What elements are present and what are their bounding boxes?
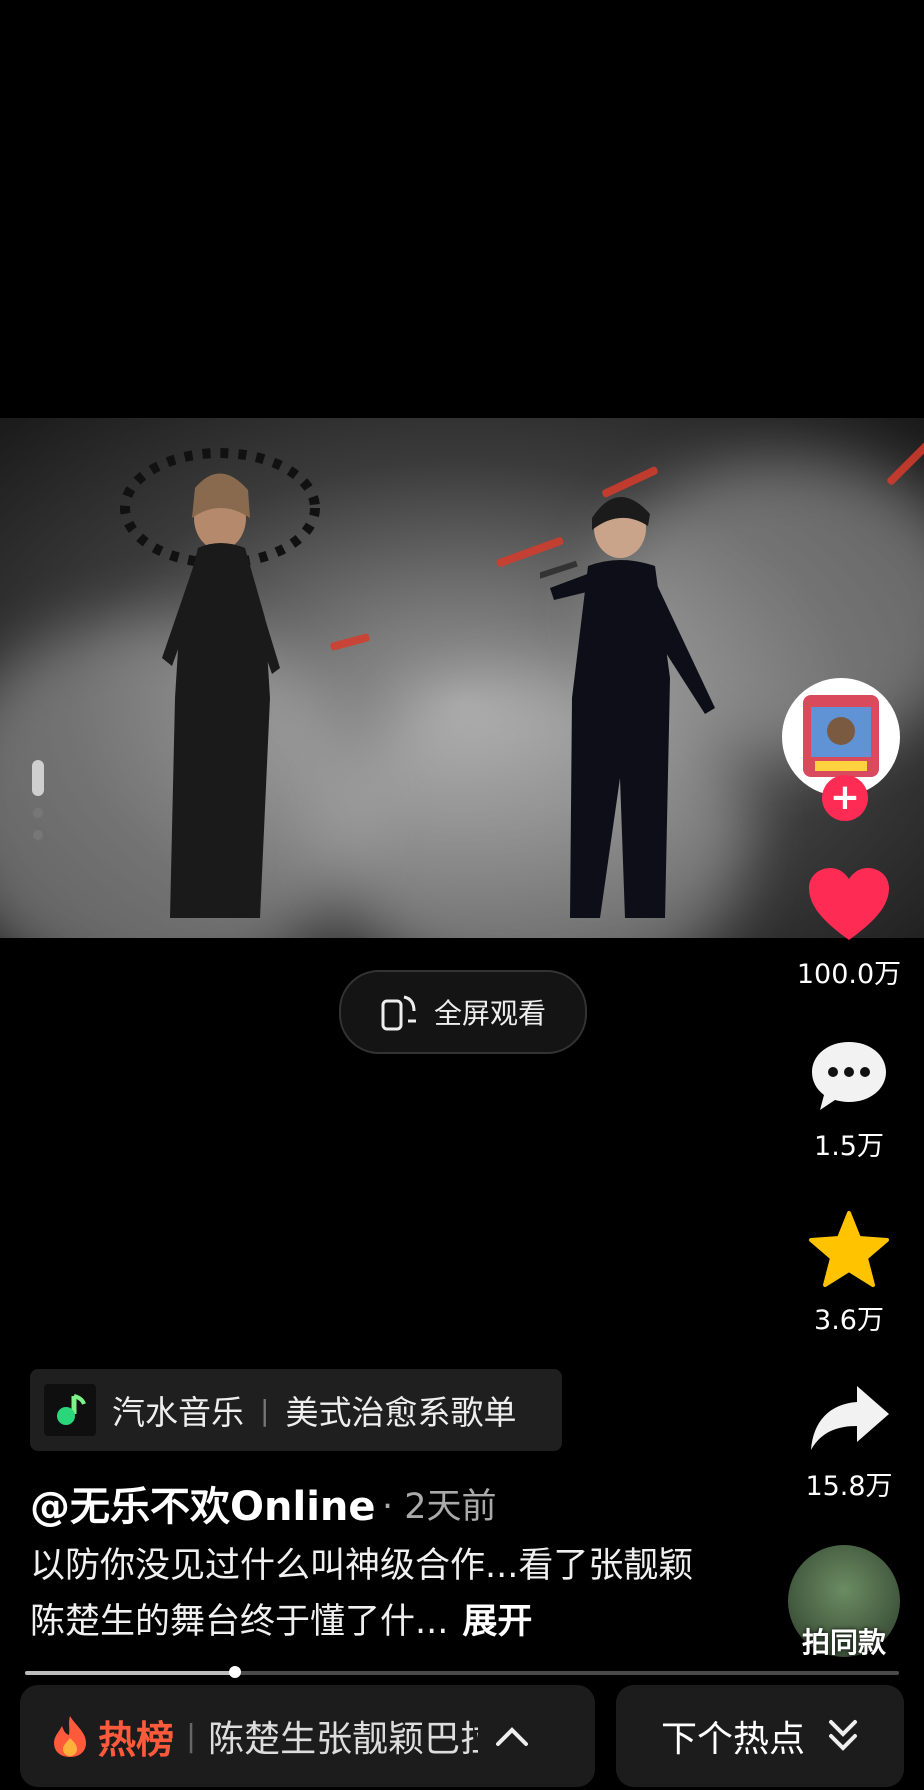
like-count: 100.0万 [796, 959, 902, 990]
post-time: · 2天前 [382, 1487, 497, 1527]
like-action[interactable]: 100.0万 [774, 866, 924, 991]
music-app-icon [44, 1384, 96, 1436]
rotate-screen-icon [381, 995, 416, 1031]
next-hot-label: 下个热点 [660, 1719, 805, 1760]
fullscreen-label: 全屏观看 [433, 997, 546, 1030]
remix-button[interactable]: 拍同款 [788, 1545, 900, 1659]
chevron-up-icon[interactable] [494, 1724, 530, 1748]
music-app-name: 汽水音乐 [112, 1393, 244, 1432]
star-icon [809, 1211, 889, 1287]
share-action[interactable]: 15.8万 [774, 1382, 924, 1503]
performer-right [540, 496, 715, 918]
comment-count: 1.5万 [814, 1131, 884, 1162]
progress-fill [25, 1671, 235, 1675]
hot-list-bar[interactable]: 热榜 | 陈楚生张靓颖巴拉 [20, 1685, 595, 1787]
performer-left [120, 448, 320, 918]
hot-divider: | [186, 1718, 197, 1754]
comment-action[interactable]: 1.5万 [774, 1038, 924, 1163]
description-text: 以防你没见过什么叫神级合作...看了张靓颖陈楚生的舞台终于懂了什... [30, 1546, 694, 1642]
music-playlist: 美式治愈系歌单 [285, 1393, 517, 1432]
remix-label: 拍同款 [801, 1626, 886, 1659]
heart-icon [809, 868, 889, 940]
post-description[interactable]: 以防你没见过什么叫神级合作...看了张靓颖陈楚生的舞台终于懂了什... 展开 [30, 1538, 710, 1650]
author-name[interactable]: @无乐不欢Online [30, 1474, 376, 1532]
music-divider: | [260, 1393, 270, 1427]
page-indicator [31, 760, 45, 852]
video-player[interactable] [0, 418, 924, 938]
next-hot-button[interactable]: 下个热点 [616, 1685, 904, 1787]
comment-icon [812, 1042, 886, 1110]
favorite-count: 3.6万 [814, 1305, 884, 1336]
hot-topic: 陈楚生张靓颖巴拉 [208, 1719, 479, 1760]
share-count: 15.8万 [805, 1471, 893, 1502]
share-icon [811, 1386, 889, 1450]
progress-handle[interactable] [229, 1666, 241, 1678]
double-chevron-down-icon [829, 1720, 857, 1751]
hot-list-label: 热榜 [98, 1717, 175, 1762]
follow-button[interactable]: + [822, 775, 868, 821]
expand-button[interactable]: 展开 [462, 1602, 532, 1642]
flame-icon [54, 1716, 86, 1757]
favorite-action[interactable]: 3.6万 [774, 1210, 924, 1337]
music-tag[interactable]: 汽水音乐 | 美式治愈系歌单 [30, 1369, 562, 1451]
playback-progress[interactable] [25, 1666, 899, 1678]
fullscreen-button[interactable]: 全屏观看 [339, 970, 587, 1054]
